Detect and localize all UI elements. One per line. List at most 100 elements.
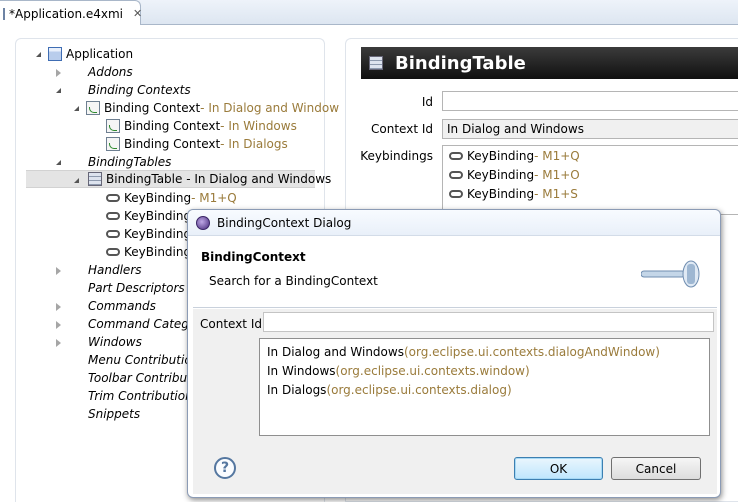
collapse-arrow-icon[interactable] [54, 68, 63, 77]
binding-context-option[interactable]: In Dialog and Windows (org.eclipse.ui.co… [260, 342, 709, 361]
dialog-body: Context Id In Dialog and Windows (org.ec… [193, 309, 717, 494]
tree-item-binding-table[interactable]: BindingTable - In Dialog and Windows [26, 170, 331, 188]
binding-context-icon [106, 119, 120, 133]
id-label: Id [421, 95, 433, 109]
tree-item-suffix: - In Dialog and Window [200, 101, 340, 115]
tree-item-label: Toolbar Contributio [88, 371, 203, 385]
cancel-button[interactable]: Cancel [611, 457, 701, 480]
keybinding-icon [449, 151, 463, 160]
tree-item-label: Addons [88, 65, 133, 79]
expand-arrow-icon[interactable] [54, 86, 63, 95]
tree-item-label: Snippets [88, 407, 141, 421]
tree-item-suffix: - In Dialogs [220, 137, 288, 151]
collapse-arrow-icon[interactable] [54, 320, 63, 329]
tree-item-label: Commands [88, 299, 156, 313]
dialog-titlebar[interactable]: BindingContext Dialog [188, 210, 720, 236]
keybinding-item[interactable]: KeyBinding - M1+O [443, 165, 738, 184]
banner-message: Search for a BindingContext [209, 274, 378, 288]
tree-item-label: Application [66, 47, 134, 61]
banner-title: BindingContext [201, 250, 306, 264]
keybinding-label: KeyBinding [467, 167, 535, 182]
option-id: (org.eclipse.ui.contexts.dialogAndWindow… [403, 344, 660, 359]
keybinding-icon [106, 248, 120, 256]
tree-item-label: Binding Context [124, 119, 221, 133]
tree-item-binding-context[interactable]: Binding Context - In Windows [106, 117, 297, 135]
editor-tab[interactable]: *Application.e4xmi ✕ [0, 0, 142, 26]
tree-item-keybinding[interactable]: KeyBinding [106, 243, 191, 261]
tree-item-label: Binding Contexts [88, 83, 191, 97]
keybinding-item[interactable]: KeyBinding - M1+S [443, 184, 738, 203]
binding-context-option[interactable]: In Windows (org.eclipse.ui.contexts.wind… [260, 361, 709, 380]
tree-item-windows[interactable]: Windows [54, 333, 142, 351]
keybinding-label: KeyBinding [467, 148, 535, 163]
binding-context-list[interactable]: In Dialog and Windows (org.eclipse.ui.co… [259, 338, 710, 436]
ok-button[interactable]: OK [514, 457, 603, 480]
keybindings-list[interactable]: KeyBinding - M1+Q KeyBinding - M1+O KeyB… [442, 145, 738, 215]
tree-item-label: Binding Context [124, 137, 221, 151]
tree-item-label: KeyBinding [124, 209, 192, 223]
tree-item-suffix: - In Windows [220, 119, 297, 133]
tree-item-label: KeyBinding [124, 191, 192, 205]
context-id-label: Context Id [200, 317, 262, 331]
keybinding-suffix: - M1+O [534, 167, 580, 182]
tree-item-keybinding[interactable]: KeyBinding [106, 225, 191, 243]
tree-item-snippets[interactable]: Snippets [88, 405, 140, 423]
tree-item-application[interactable]: Application [34, 45, 133, 63]
tree-item-part-descriptors[interactable]: Part Descriptors [88, 279, 185, 297]
detail-header: BindingTable [361, 47, 738, 79]
editor-tab-bar: *Application.e4xmi ✕ [0, 0, 738, 26]
expand-arrow-icon[interactable] [72, 176, 81, 185]
tree-item-binding-context[interactable]: Binding Context - In Dialogs [106, 135, 288, 153]
eclipse-icon [196, 215, 210, 230]
binding-context-option[interactable]: In Dialogs (org.eclipse.ui.contexts.dial… [260, 380, 709, 399]
binding-table-icon [369, 56, 383, 70]
editor-tab-title: *Application.e4xmi [9, 6, 124, 21]
help-icon[interactable]: ? [214, 457, 236, 479]
tree-item-label: BindingTable - In Dialog and Windows [106, 172, 332, 186]
id-field[interactable] [442, 91, 738, 111]
collapse-arrow-icon[interactable] [54, 302, 63, 311]
tree-item-label: Menu Contribution [88, 353, 200, 367]
tree-item-keybinding[interactable]: KeyBinding [106, 207, 191, 225]
dialog-banner: BindingContext Search for a BindingConte… [193, 238, 717, 308]
close-tab-icon[interactable]: ✕ [133, 7, 142, 20]
binding-context-icon [86, 101, 100, 115]
dialog-title: BindingContext Dialog [217, 215, 352, 230]
collapse-arrow-icon[interactable] [54, 338, 63, 347]
tree-item-binding-tables[interactable]: BindingTables [54, 153, 171, 171]
keybinding-icon [449, 189, 463, 198]
option-label: In Dialogs [267, 382, 327, 397]
tree-item-menu-contributions[interactable]: Menu Contribution [88, 351, 199, 369]
keybinding-suffix: - M1+S [534, 186, 578, 201]
banner-graphic-icon [641, 260, 700, 288]
context-id-search-input[interactable] [263, 312, 714, 332]
tree-item-keybinding[interactable]: KeyBinding - M1+Q [106, 189, 237, 207]
tree-item-commands[interactable]: Commands [54, 297, 156, 315]
context-id-label: Context Id [371, 122, 433, 136]
tree-item-label: KeyBinding [124, 245, 192, 259]
keybinding-icon [449, 170, 463, 179]
tree-item-toolbar-contributions[interactable]: Toolbar Contributio [88, 369, 203, 387]
tree-item-binding-contexts[interactable]: Binding Contexts [54, 81, 191, 99]
keybindings-label: Keybindings [360, 149, 433, 163]
e4xmi-file-icon [3, 7, 5, 20]
expand-arrow-icon[interactable] [72, 104, 81, 113]
collapse-arrow-icon[interactable] [54, 266, 63, 275]
tree-item-label: BindingTables [88, 155, 172, 169]
tree-item-suffix: - M1+Q [191, 191, 237, 205]
context-id-field[interactable]: In Dialog and Windows [442, 119, 738, 139]
keybinding-icon [106, 212, 120, 220]
tree-item-trim-contributions[interactable]: Trim Contributions [88, 387, 199, 405]
option-label: In Windows [267, 363, 336, 378]
option-label: In Dialog and Windows [267, 344, 404, 359]
tree-item-handlers[interactable]: Handlers [54, 261, 142, 279]
expand-arrow-icon[interactable] [34, 50, 43, 59]
binding-context-icon [106, 137, 120, 151]
tree-item-command-categories[interactable]: Command Categor [54, 315, 201, 333]
tree-item-addons[interactable]: Addons [54, 63, 133, 81]
tree-item-binding-context[interactable]: Binding Context - In Dialog and Window [72, 99, 339, 117]
expand-arrow-icon[interactable] [54, 158, 63, 167]
keybinding-item[interactable]: KeyBinding - M1+Q [443, 146, 738, 165]
detail-title: BindingTable [395, 52, 526, 74]
option-id: (org.eclipse.ui.contexts.dialog) [326, 382, 512, 397]
